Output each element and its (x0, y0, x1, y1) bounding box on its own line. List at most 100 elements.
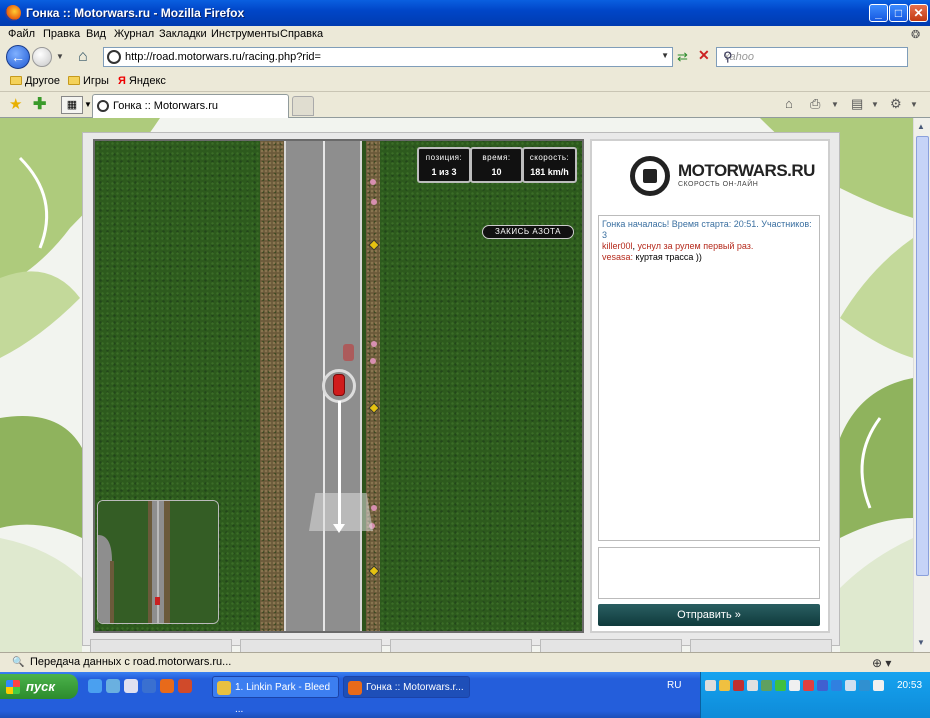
menu-history[interactable]: Журнал (114, 28, 154, 40)
bookmark-games[interactable]: Игры (68, 75, 109, 87)
vertical-scrollbar[interactable]: ▲ ▼ (913, 118, 930, 652)
page-bottom-tab[interactable] (240, 639, 382, 652)
dirt-shoulder-left (260, 141, 284, 631)
windows-flag-icon (6, 680, 20, 694)
firefox-icon (348, 681, 362, 695)
address-dropdown-icon[interactable]: ▼ (661, 51, 669, 60)
tray-icon[interactable] (733, 680, 744, 691)
page-bottom-tab[interactable] (690, 639, 832, 652)
throbber-icon: ❂ (911, 29, 921, 41)
scrollbar-thumb[interactable] (916, 136, 929, 576)
direction-arrow-head (333, 524, 345, 533)
menu-help[interactable]: Справка (280, 28, 323, 40)
forward-arrow-icon[interactable] (32, 47, 52, 67)
scroll-down-icon[interactable]: ▼ (917, 638, 925, 647)
reload-icon[interactable]: ⇄ (677, 49, 688, 65)
tray-icon[interactable] (747, 680, 758, 691)
minimap-drawing (98, 501, 218, 623)
dirt-shoulder-right (366, 141, 380, 631)
hud-speed: скорость: 181 km/h (522, 147, 577, 183)
task-winamp[interactable]: 1. Linkin Park - Bleed ... (212, 676, 339, 715)
tray-icon[interactable] (789, 680, 800, 691)
menu-bar: Файл Правка Вид Журнал Закладки Инструме… (0, 26, 930, 44)
search-input[interactable]: Yahoo ⚲ (716, 47, 908, 67)
firefox-quicklaunch-icon[interactable] (160, 679, 174, 693)
flower-decoration (370, 179, 376, 185)
nitro-button[interactable]: ЗАКИСЬ АЗОТА (482, 225, 574, 239)
task-label: 1. Linkin Park - Bleed ... (235, 682, 331, 715)
tray-icon[interactable] (845, 680, 856, 691)
gear-icon[interactable]: ⚙ (890, 96, 902, 112)
zoom-icon[interactable]: ⊕ ▾ (872, 656, 891, 670)
info-sidebar: MOTORWARS.RU СКОРОСТЬ ОН-ЛАЙН Гонка нача… (590, 139, 830, 633)
page-dropdown-icon[interactable]: ▼ (871, 100, 879, 109)
tray-icon[interactable] (803, 680, 814, 691)
tray-icon[interactable] (831, 680, 842, 691)
address-url: http://road.motorwars.ru/racing.php?rid= (125, 51, 321, 63)
chat-text: уснул за рулем первый раз. (637, 241, 754, 251)
tray-icon[interactable] (719, 680, 730, 691)
printer-dropdown-icon[interactable]: ▼ (831, 100, 839, 109)
addon-icon[interactable]: ✚ (33, 94, 46, 114)
tray-icon[interactable] (761, 680, 772, 691)
chat-message-input[interactable] (598, 547, 820, 599)
maximize-button[interactable]: □ (889, 4, 908, 22)
new-tab-button[interactable] (292, 96, 314, 116)
tray-icon[interactable] (775, 680, 786, 691)
quicklaunch-icon[interactable] (178, 679, 192, 693)
tab-list-icon[interactable]: ▦ (61, 96, 83, 114)
yandex-icon: Я (118, 75, 126, 87)
home-icon[interactable]: ⌂ (78, 48, 88, 66)
race-game-canvas[interactable]: позиция: 1 из 3 время: 10 скорость: 181 … (93, 139, 584, 633)
motorwars-logo-icon (630, 156, 670, 196)
menu-bookmarks[interactable]: Закладки (159, 28, 207, 40)
bookmark-yandex[interactable]: Я Яндекс (118, 75, 166, 87)
back-arrow-icon[interactable]: ← (6, 45, 30, 69)
page-icon[interactable]: ▤ (851, 96, 863, 112)
page-bottom-tab[interactable] (390, 639, 532, 652)
language-indicator[interactable]: RU (667, 680, 681, 691)
send-button[interactable]: Отправить » (598, 604, 820, 626)
tray-icon[interactable] (705, 680, 716, 691)
close-button[interactable]: ✕ (909, 4, 928, 22)
quicklaunch-icon[interactable] (106, 679, 120, 693)
menu-view[interactable]: Вид (86, 28, 106, 40)
menu-edit[interactable]: Правка (43, 28, 80, 40)
home-page-icon[interactable]: ⌂ (785, 96, 793, 111)
address-bar[interactable]: http://road.motorwars.ru/racing.php?rid=… (103, 47, 673, 67)
grass-right (380, 141, 582, 631)
bookmark-other[interactable]: Другое (10, 75, 60, 87)
firefox-icon (5, 5, 21, 21)
page-bottom-tab[interactable] (540, 639, 682, 652)
stop-icon[interactable]: ✕ (698, 47, 710, 64)
hud-speed-label: скорость: (529, 153, 570, 162)
menu-file[interactable]: Файл (8, 28, 35, 40)
folder-icon (10, 76, 22, 85)
quicklaunch-icon[interactable] (142, 679, 156, 693)
minimize-button[interactable]: _ (869, 4, 888, 22)
page-bottom-tab[interactable] (90, 639, 232, 652)
bookmark-star-icon[interactable]: ★ (9, 95, 22, 113)
task-firefox[interactable]: Гонка :: Motorwars.r... (343, 676, 470, 698)
scroll-up-icon[interactable]: ▲ (917, 122, 925, 131)
ie-icon[interactable] (88, 679, 102, 693)
volume-icon[interactable] (873, 680, 884, 691)
tray-icon[interactable] (817, 680, 828, 691)
window-title: Гонка :: Motorwars.ru - Mozilla Firefox (26, 6, 245, 20)
tab-motorwars[interactable]: Гонка :: Motorwars.ru (92, 94, 289, 118)
hud-speed-value: 181 km/h (530, 167, 569, 177)
tab-list-dropdown-icon[interactable]: ▼ (84, 100, 92, 109)
quicklaunch-icon[interactable] (124, 679, 138, 693)
race-chat-log[interactable]: Гонка началась! Время старта: 20:51. Уча… (598, 215, 820, 541)
start-button[interactable]: пуск (0, 674, 78, 699)
window-title-bar[interactable]: Гонка :: Motorwars.ru - Mozilla Firefox … (0, 0, 930, 26)
menu-tools[interactable]: Инструменты (211, 28, 280, 40)
history-dropdown-icon[interactable]: ▼ (56, 52, 64, 61)
gear-dropdown-icon[interactable]: ▼ (910, 100, 918, 109)
tray-icon[interactable] (859, 680, 870, 691)
hud-position-label: позиция: (425, 153, 463, 162)
search-icon[interactable]: ⚲ (723, 49, 901, 65)
printer-icon[interactable]: ⎙ (810, 96, 820, 112)
winamp-icon (217, 681, 231, 695)
brand-tagline: СКОРОСТЬ ОН-ЛАЙН (678, 181, 759, 188)
